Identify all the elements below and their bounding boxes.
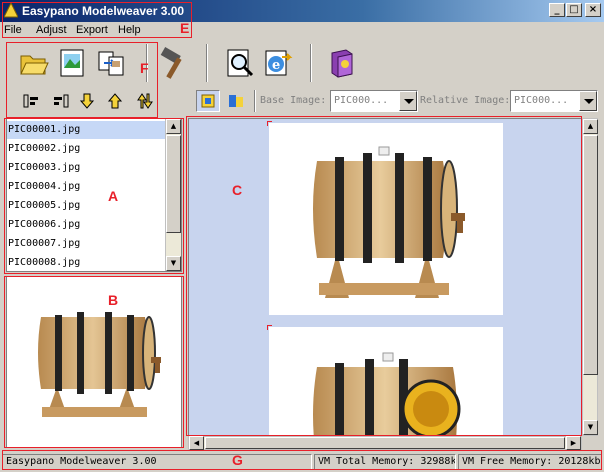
main-toolbar: e <box>0 40 604 86</box>
barrel-image <box>313 146 465 298</box>
scroll-up-button[interactable]: ▲ <box>583 119 598 134</box>
maximize-button[interactable]: □ <box>566 3 582 17</box>
callout-b: B <box>108 292 119 308</box>
minimize-button[interactable]: _ <box>549 3 565 17</box>
window-title: Easypano Modelweaver 3.00 <box>22 4 185 18</box>
svg-text:e: e <box>272 58 280 73</box>
menu-adjust[interactable]: Adjust <box>36 24 67 36</box>
align-left-icon[interactable] <box>22 92 40 110</box>
scroll-down-button[interactable]: ▼ <box>583 420 598 435</box>
app-logo-icon <box>4 3 18 18</box>
callout-e: E <box>180 20 190 36</box>
base-image-label: Base Image: <box>260 95 327 106</box>
scroll-up-button[interactable]: ▲ <box>166 119 181 134</box>
help-book-icon[interactable] <box>326 47 358 79</box>
callout-g: G <box>232 452 243 468</box>
menu-help[interactable]: Help <box>118 24 141 36</box>
file-list[interactable]: PIC00001.jpg PIC00002.jpg PIC00003.jpg PIC0… <box>6 118 182 272</box>
menu-file[interactable]: File <box>4 24 22 36</box>
single-view-icon <box>201 94 215 108</box>
scroll-thumb[interactable] <box>583 135 598 375</box>
callout-a: A <box>108 188 119 204</box>
image-canvas[interactable] <box>188 118 582 436</box>
base-image-card[interactable] <box>269 123 503 315</box>
barrel-thumbnail <box>38 312 161 417</box>
status-free-memory: VM Free Memory: 20128kb <box>458 454 602 470</box>
canvas-vscrollbar[interactable]: ▲ ▼ <box>582 118 598 436</box>
title-bar[interactable]: Easypano Modelweaver 3.00 _ □ × <box>0 0 604 22</box>
view-mode-toggle[interactable] <box>196 90 220 112</box>
align-right-icon[interactable] <box>52 92 70 110</box>
scroll-thumb[interactable] <box>205 437 565 449</box>
scroll-right-button[interactable]: ▶ <box>566 436 581 450</box>
base-image-select[interactable]: PIC000... <box>330 90 418 112</box>
file-list-item[interactable]: PIC00003.jpg <box>7 159 165 177</box>
relative-image-label: Relative Image: <box>420 95 511 106</box>
chevron-down-icon[interactable] <box>399 91 417 111</box>
scroll-down-button[interactable]: ▼ <box>166 256 181 271</box>
status-bar: Easypano Modelweaver 3.00 VM Total Memor… <box>0 452 604 472</box>
web-export-icon[interactable]: e <box>262 47 294 79</box>
status-total-memory: VM Total Memory: 32988kb <box>314 454 456 470</box>
preview-panel <box>6 276 182 448</box>
move-down-icon[interactable] <box>78 92 96 110</box>
relative-image-card[interactable] <box>269 327 503 435</box>
list-toolbar <box>0 86 190 116</box>
scroll-thumb[interactable] <box>166 135 181 233</box>
convert-icon[interactable] <box>95 47 127 79</box>
barrel-image-label-side <box>313 352 461 435</box>
menu-bar: File Adjust Export Help <box>0 22 604 40</box>
image-icon[interactable] <box>56 47 88 79</box>
file-list-item[interactable]: PIC00002.jpg <box>7 140 165 158</box>
move-up-icon[interactable] <box>106 92 124 110</box>
file-list-item[interactable]: PIC00004.jpg <box>7 178 165 196</box>
open-folder-icon[interactable] <box>18 47 50 79</box>
status-app-name: Easypano Modelweaver 3.00 <box>2 454 312 470</box>
file-list-item[interactable]: PIC00008.jpg <box>7 254 165 272</box>
callout-c: C <box>232 182 243 198</box>
close-button[interactable]: × <box>585 3 601 17</box>
scroll-left-button[interactable]: ◀ <box>189 436 204 450</box>
canvas-hscrollbar[interactable]: ◀ ▶ <box>188 436 582 450</box>
file-list-item[interactable]: PIC00007.jpg <box>7 235 165 253</box>
swap-icon[interactable] <box>136 92 154 110</box>
compare-view-icon[interactable] <box>228 93 244 109</box>
hammer-icon[interactable] <box>158 47 190 79</box>
menu-export[interactable]: Export <box>76 24 108 36</box>
file-list-scrollbar[interactable]: ▲ ▼ <box>165 119 181 271</box>
view-bar: Base Image: PIC000... Relative Image: PI… <box>188 86 604 116</box>
file-list-item[interactable]: PIC00001.jpg <box>7 121 165 139</box>
file-list-item[interactable]: PIC00006.jpg <box>7 216 165 234</box>
relative-image-select[interactable]: PIC000... <box>510 90 598 112</box>
callout-f: F <box>140 60 149 76</box>
file-list-item[interactable]: PIC00005.jpg <box>7 197 165 215</box>
chevron-down-icon[interactable] <box>579 91 597 111</box>
magnifier-icon[interactable] <box>224 47 256 79</box>
